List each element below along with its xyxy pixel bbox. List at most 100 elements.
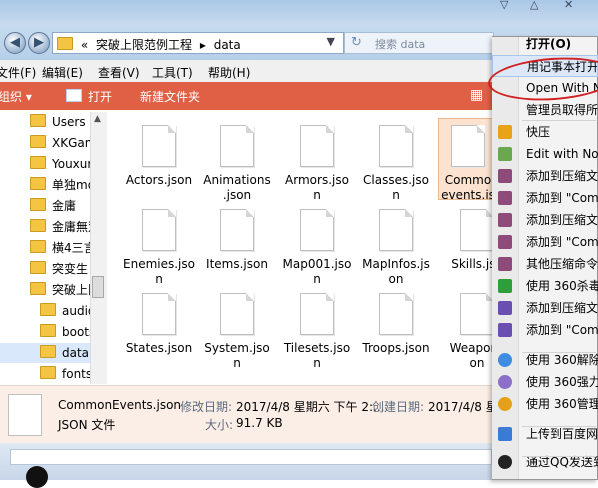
open-icon <box>66 89 82 102</box>
context-menu-separator <box>522 352 596 353</box>
open-button[interactable]: 打开 <box>66 88 112 105</box>
context-menu-item[interactable]: 添加到压缩文 <box>492 297 598 319</box>
json-file-icon <box>300 293 334 335</box>
nav-item[interactable]: boots <box>40 322 90 342</box>
nav-item-label: Youxur <box>52 157 90 171</box>
nav-item-label: 突变生 <box>52 262 89 276</box>
kuaiya-icon <box>498 125 512 139</box>
file-name: MapInfos.js on <box>362 257 430 286</box>
address-dropdown-icon[interactable]: ▼ <box>327 35 335 48</box>
open-label: 打开 <box>88 90 113 104</box>
organize-button[interactable]: 组织 ▾ <box>0 88 32 105</box>
new-folder-button[interactable]: 新建文件夹 <box>140 88 200 105</box>
context-menu-item[interactable]: 添加到 "Com <box>492 231 598 253</box>
file-item[interactable]: Animations .json <box>198 118 276 203</box>
nav-item[interactable]: data <box>0 343 90 363</box>
nav-item[interactable]: Youxur <box>30 154 90 174</box>
back-button[interactable]: ◀ <box>4 32 26 54</box>
json-file-icon <box>220 293 254 335</box>
context-menu-item[interactable]: 其他压缩命令 <box>492 253 598 275</box>
nav-item-label: 金庸 <box>52 199 77 213</box>
details-modified-value: 2017/4/8 星期六 下午 2:... <box>236 400 385 414</box>
file-item[interactable]: States.json <box>120 286 198 356</box>
nav-item-label: audio <box>62 304 90 318</box>
context-menu-item[interactable]: 添加到压缩文 <box>492 209 598 231</box>
breadcrumb-data[interactable]: data <box>214 38 241 52</box>
maximize-button[interactable]: △ <box>530 0 538 11</box>
context-menu-item[interactable]: 使用 360强力 <box>492 371 598 393</box>
file-item[interactable]: Enemies.jso n <box>120 202 198 287</box>
close-button[interactable]: ✕ <box>564 0 573 11</box>
file-item[interactable]: Items.json <box>198 202 276 272</box>
context-menu-item-label: 使用 360杀毒 <box>526 279 598 293</box>
shield-icon <box>498 279 512 293</box>
nav-item[interactable]: 金庸無双 <box>30 217 90 237</box>
folder-icon <box>57 37 73 50</box>
folder-icon <box>30 261 46 274</box>
nav-item[interactable]: audio <box>40 301 90 321</box>
forward-button[interactable]: ▶ <box>28 32 50 54</box>
details-modified-label: 修改日期: <box>180 400 233 414</box>
taskbar-app-icon[interactable] <box>26 466 48 488</box>
breadcrumb-project[interactable]: 突破上限范例工程 <box>96 38 192 52</box>
context-menu-item[interactable]: 快压 <box>492 121 598 143</box>
file-item[interactable]: System.jso n <box>198 286 276 371</box>
nav-item[interactable]: XKGam <box>30 133 90 153</box>
nav-item[interactable]: 突变生 <box>30 259 90 279</box>
folder-icon <box>40 324 56 337</box>
file-item[interactable]: Armors.jso n <box>278 118 356 203</box>
file-item[interactable]: Commo events.js <box>438 118 498 200</box>
menu-tools[interactable]: 工具(T) <box>152 64 193 81</box>
folder-icon <box>30 177 46 190</box>
status-bar <box>10 449 492 465</box>
file-item[interactable]: Map001.jso n <box>278 202 356 287</box>
minimize-button[interactable]: ▽ <box>500 0 508 11</box>
scroll-up-icon[interactable]: ▲ <box>94 114 101 124</box>
context-menu-item[interactable]: 使用 360管理 <box>492 393 598 415</box>
address-bar[interactable]: « 突破上限范例工程 ▸ data ▼ <box>52 32 344 54</box>
json-file-icon <box>379 209 413 251</box>
file-item[interactable]: Actors.json <box>120 118 198 188</box>
file-item[interactable]: MapInfos.js on <box>357 202 435 287</box>
context-menu-item[interactable]: 通过QQ发送到 <box>492 451 598 473</box>
context-menu-item[interactable]: Edit with Note <box>492 143 598 165</box>
context-menu-item-label: 打开(O) <box>526 37 572 51</box>
file-item[interactable]: Tilesets.jso n <box>278 286 356 371</box>
context-menu-item[interactable]: 添加到 "Com <box>492 187 598 209</box>
json-file-icon <box>300 125 334 167</box>
file-item[interactable]: Classes.jso n <box>357 118 435 203</box>
refresh-icon[interactable]: ↻ <box>351 35 362 50</box>
context-menu-item[interactable]: 添加到 "Com <box>492 319 598 341</box>
context-menu-separator <box>522 426 596 427</box>
context-menu-item-label: 快压 <box>526 125 551 139</box>
file-name: States.json <box>125 341 193 355</box>
menu-help[interactable]: 帮助(H) <box>208 64 250 81</box>
view-options-icon[interactable]: ▦ <box>470 87 483 103</box>
details-filetype: JSON 文件 <box>58 418 116 432</box>
file-name: Map001.jso n <box>282 257 352 286</box>
address-prefix[interactable]: « <box>81 38 88 52</box>
nav-item[interactable]: Users <box>30 112 90 132</box>
menu-file[interactable]: 文件(F) <box>0 64 36 81</box>
context-menu-item[interactable]: 打开(O) <box>492 33 598 55</box>
context-menu-separator <box>522 120 596 121</box>
context-menu-item[interactable]: 使用 360杀毒 <box>492 275 598 297</box>
file-item[interactable]: Troops.json <box>357 286 435 356</box>
menu-view[interactable]: 查看(V) <box>98 64 140 81</box>
search-input[interactable]: ↻ 搜索 data <box>344 32 494 54</box>
nav-item[interactable]: 突破上限 <box>30 280 90 300</box>
file-name: Commo events.js <box>441 173 495 200</box>
context-menu-item[interactable]: 添加到压缩文 <box>492 165 598 187</box>
menu-edit[interactable]: 编辑(E) <box>42 64 83 81</box>
nav-item-label: 横4三言 <box>52 241 90 255</box>
context-menu-item[interactable]: 管理员取得所 <box>492 99 598 121</box>
breadcrumb-separator[interactable]: ▸ <box>200 38 206 52</box>
nav-item-label: data <box>62 346 90 360</box>
archive-icon <box>498 301 512 315</box>
nav-item[interactable]: fonts <box>40 364 90 384</box>
navigation-scroll-thumb[interactable] <box>92 276 104 298</box>
nav-item[interactable]: 金庸 <box>30 196 90 216</box>
nav-item[interactable]: 单独mo <box>30 175 90 195</box>
navigation-scrollbar[interactable]: ▲ <box>90 112 107 384</box>
nav-item[interactable]: 横4三言 <box>30 238 90 258</box>
